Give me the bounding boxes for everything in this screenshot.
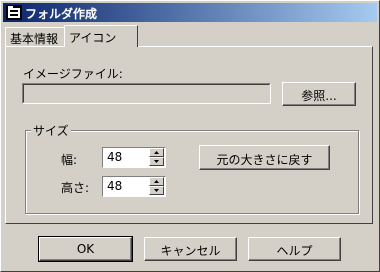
height-up-button[interactable] bbox=[149, 177, 164, 186]
height-down-button[interactable] bbox=[149, 186, 164, 195]
tab-icon[interactable]: アイコン bbox=[64, 25, 138, 47]
width-down-button[interactable] bbox=[149, 157, 164, 166]
size-groupbox bbox=[25, 130, 359, 214]
width-input[interactable] bbox=[105, 149, 147, 165]
browse-button-label: 参照... bbox=[301, 89, 337, 103]
width-up-button[interactable] bbox=[149, 148, 164, 157]
image-file-field[interactable] bbox=[22, 83, 271, 104]
width-label: 幅: bbox=[61, 153, 78, 167]
width-spinner[interactable] bbox=[102, 147, 166, 168]
arrow-down-icon bbox=[154, 189, 159, 192]
ok-button[interactable]: OK bbox=[38, 236, 133, 262]
image-file-label: イメージファイル: bbox=[23, 67, 123, 81]
cancel-button[interactable]: キャンセル bbox=[144, 237, 237, 261]
help-button[interactable]: ヘルプ bbox=[248, 237, 341, 261]
dialog-window: フォルダ作成 基本情報 アイコン イメージファイル: 参照... サイズ 幅: … bbox=[0, 0, 380, 272]
arrow-up-icon bbox=[154, 180, 159, 183]
arrow-down-icon bbox=[154, 160, 159, 163]
height-spinner[interactable] bbox=[102, 176, 166, 197]
tab-basic-info-label: 基本情報 bbox=[10, 32, 59, 46]
tab-basic-info[interactable]: 基本情報 bbox=[5, 27, 65, 46]
ok-button-label: OK bbox=[76, 242, 95, 256]
size-group-title: サイズ bbox=[31, 122, 71, 139]
browse-button[interactable]: 参照... bbox=[282, 82, 356, 106]
window-title: フォルダ作成 bbox=[25, 7, 98, 21]
cancel-button-label: キャンセル bbox=[160, 244, 221, 258]
folder-create-icon bbox=[6, 5, 22, 20]
reset-size-button[interactable]: 元の大きさに戻す bbox=[199, 145, 330, 170]
height-label: 高さ: bbox=[61, 181, 90, 195]
height-input[interactable] bbox=[105, 178, 147, 194]
tab-icon-label: アイコン bbox=[69, 31, 117, 45]
title-bar[interactable]: フォルダ作成 bbox=[3, 3, 377, 22]
arrow-up-icon bbox=[154, 151, 159, 154]
reset-size-button-label: 元の大きさに戻す bbox=[216, 153, 313, 167]
help-button-label: ヘルプ bbox=[276, 244, 313, 258]
